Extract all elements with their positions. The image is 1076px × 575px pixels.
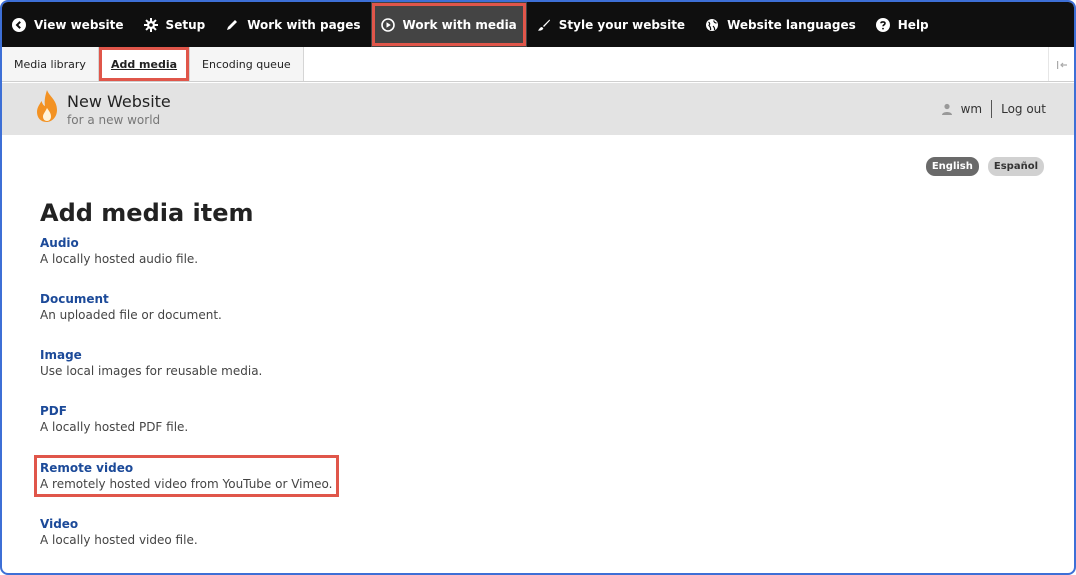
media-type-description: Use local images for reusable media. — [40, 364, 263, 378]
media-type-description: A locally hosted PDF file. — [40, 420, 189, 434]
list-item-video: Video A locally hosted video file. — [40, 517, 198, 547]
toolbar-label: Setup — [165, 17, 206, 32]
tab-encoding-queue[interactable]: Encoding queue — [190, 47, 304, 81]
subbar-spacer — [303, 47, 1048, 81]
media-type-link[interactable]: Document — [40, 292, 222, 306]
toolbar-setup[interactable]: Setup — [134, 2, 216, 47]
media-type-link[interactable]: Audio — [40, 236, 198, 250]
play-circle-icon — [380, 17, 395, 32]
language-english[interactable]: English — [925, 157, 979, 176]
divider — [991, 100, 993, 118]
toolbar-work-with-media[interactable]: Work with media — [370, 2, 527, 47]
user-name-link[interactable]: wm — [961, 102, 983, 116]
back-arrow-icon — [12, 17, 26, 32]
paintbrush-icon — [537, 18, 551, 32]
site-name[interactable]: New Website — [67, 92, 171, 111]
logout-link[interactable]: Log out — [1001, 102, 1046, 116]
pencil-icon — [225, 18, 239, 32]
media-type-link[interactable]: PDF — [40, 404, 188, 418]
language-spanish[interactable]: Español — [987, 157, 1044, 176]
site-header: New Website for a new world wm Log out — [2, 83, 1074, 135]
media-type-link[interactable]: Video — [40, 517, 198, 531]
collapse-toolbar-button[interactable] — [1048, 47, 1074, 81]
toolbar-work-with-pages[interactable]: Work with pages — [215, 2, 370, 47]
tab-media-library[interactable]: Media library — [2, 47, 99, 81]
collapse-arrow-icon — [1056, 55, 1068, 74]
toolbar-help[interactable]: Help — [866, 2, 939, 47]
app-window: View website Setup Work with pages Work … — [0, 0, 1076, 575]
toolbar-view-website[interactable]: View website — [2, 2, 134, 47]
list-item-document: Document An uploaded file or document. — [40, 292, 222, 322]
list-item-image: Image Use local images for reusable medi… — [40, 348, 262, 378]
language-switcher: English Español — [925, 157, 1044, 176]
media-type-description: A locally hosted video file. — [40, 533, 198, 547]
media-type-description: A locally hosted audio file. — [40, 252, 199, 266]
flame-logo-icon[interactable] — [35, 89, 59, 123]
toolbar-label: Work with media — [402, 17, 517, 32]
media-type-link[interactable]: Remote video — [40, 461, 333, 475]
user-menu: wm Log out — [941, 100, 1046, 118]
globe-icon — [705, 18, 719, 32]
toolbar-label: Work with pages — [247, 17, 361, 32]
media-type-link[interactable]: Image — [40, 348, 262, 362]
toolbar-label: Website languages — [727, 17, 856, 32]
page-title: Add media item — [40, 199, 254, 227]
toolbar-label: Style your website — [558, 17, 686, 32]
question-icon — [875, 17, 890, 32]
media-subtabs: Media library Add media Encoding queue — [2, 47, 1074, 82]
toolbar-website-languages[interactable]: Website languages — [695, 2, 866, 47]
list-item-remote-video: Remote video A remotely hosted video fro… — [34, 455, 339, 497]
site-slogan: for a new world — [67, 113, 161, 127]
toolbar-label: Help — [897, 17, 929, 32]
toolbar-style-website[interactable]: Style your website — [527, 2, 695, 47]
gear-icon — [143, 17, 158, 32]
media-type-description: An uploaded file or document. — [40, 308, 222, 322]
tab-add-media[interactable]: Add media — [98, 47, 191, 81]
admin-toolbar: View website Setup Work with pages Work … — [2, 2, 1074, 47]
user-icon — [941, 103, 953, 115]
list-item-audio: Audio A locally hosted audio file. — [40, 236, 198, 266]
list-item-pdf: PDF A locally hosted PDF file. — [40, 404, 188, 434]
media-type-description: A remotely hosted video from YouTube or … — [40, 477, 333, 491]
toolbar-label: View website — [34, 17, 124, 32]
